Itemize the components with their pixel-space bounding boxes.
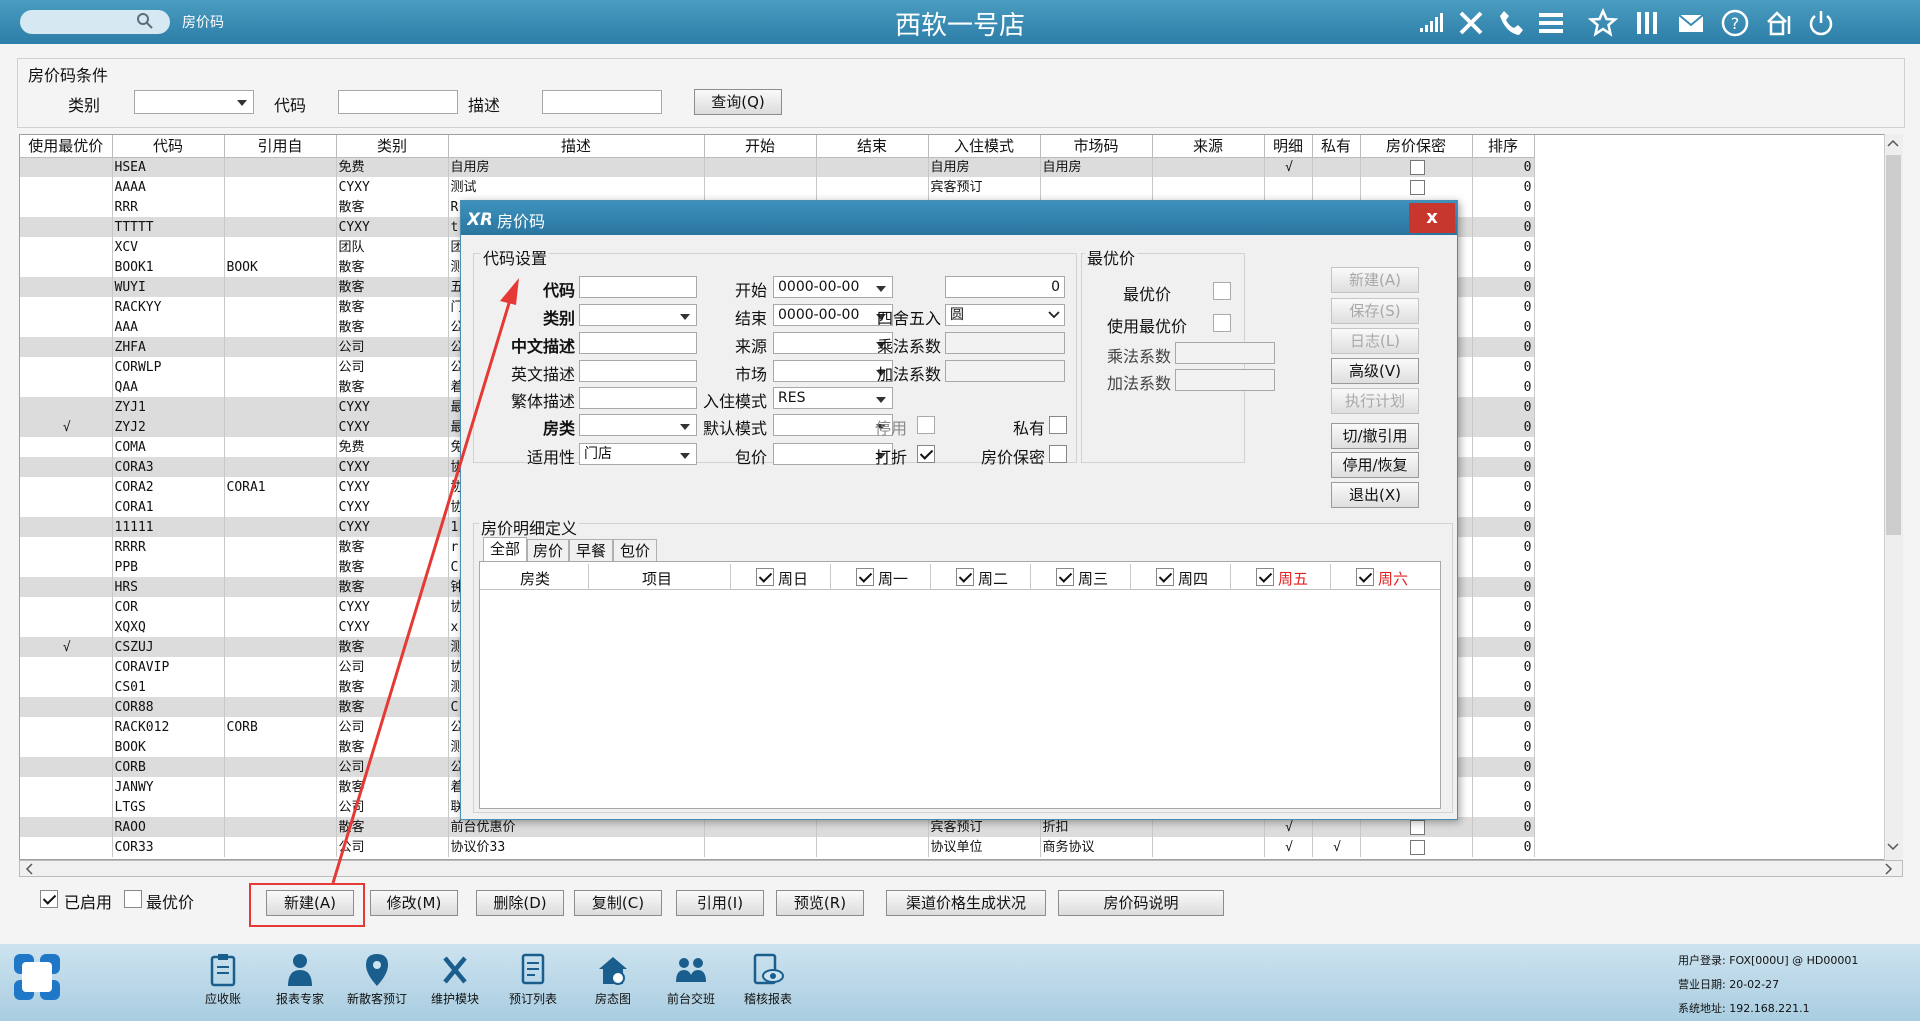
toolbar-receivable[interactable]: 应收账 [188,950,258,1007]
toolbar-shift-handover[interactable]: 前台交班 [656,950,726,1007]
toolbar-new-walkin[interactable]: 新散客预订 [342,950,412,1007]
toolbar-report-expert-label: 报表专家 [275,992,324,1006]
toolbar-audit-report[interactable]: 稽核报表 [733,950,803,1007]
document-eye-icon [753,953,784,985]
toolbar-audit-report-label: 稽核报表 [743,992,792,1006]
house-icon [599,957,627,985]
toolbar-maintenance-label: 维护模块 [430,992,479,1006]
location-icon [366,954,388,986]
clipboard-icon [210,954,236,987]
group-icon [676,958,706,982]
user-login-info: 用户登录: FOX[000U] @ HD00001 [1678,954,1859,967]
toolbar-maintenance[interactable]: 维护模块 [420,950,490,1007]
wrench-icon [443,956,467,984]
person-icon [288,954,312,986]
toolbar-room-status[interactable]: 房态图 [578,950,648,1007]
app-home-icon[interactable] [10,950,66,1010]
toolbar-booking-list[interactable]: 预订列表 [498,950,568,1007]
annotation-arrow [331,278,519,884]
toolbar-booking-list-label: 预订列表 [508,992,557,1006]
toolbar-report-expert[interactable]: 报表专家 [265,950,335,1007]
toolbar-shift-handover-label: 前台交班 [666,992,715,1006]
toolbar-receivable-label: 应收账 [204,992,241,1006]
toolbar-room-status-label: 房态图 [594,992,631,1006]
toolbar-new-walkin-label: 新散客预订 [346,992,407,1006]
business-date-info: 营业日期: 20-02-27 [1678,978,1780,991]
document-list-icon [521,953,545,985]
system-address-info: 系统地址: 192.168.221.1 [1678,1002,1810,1015]
